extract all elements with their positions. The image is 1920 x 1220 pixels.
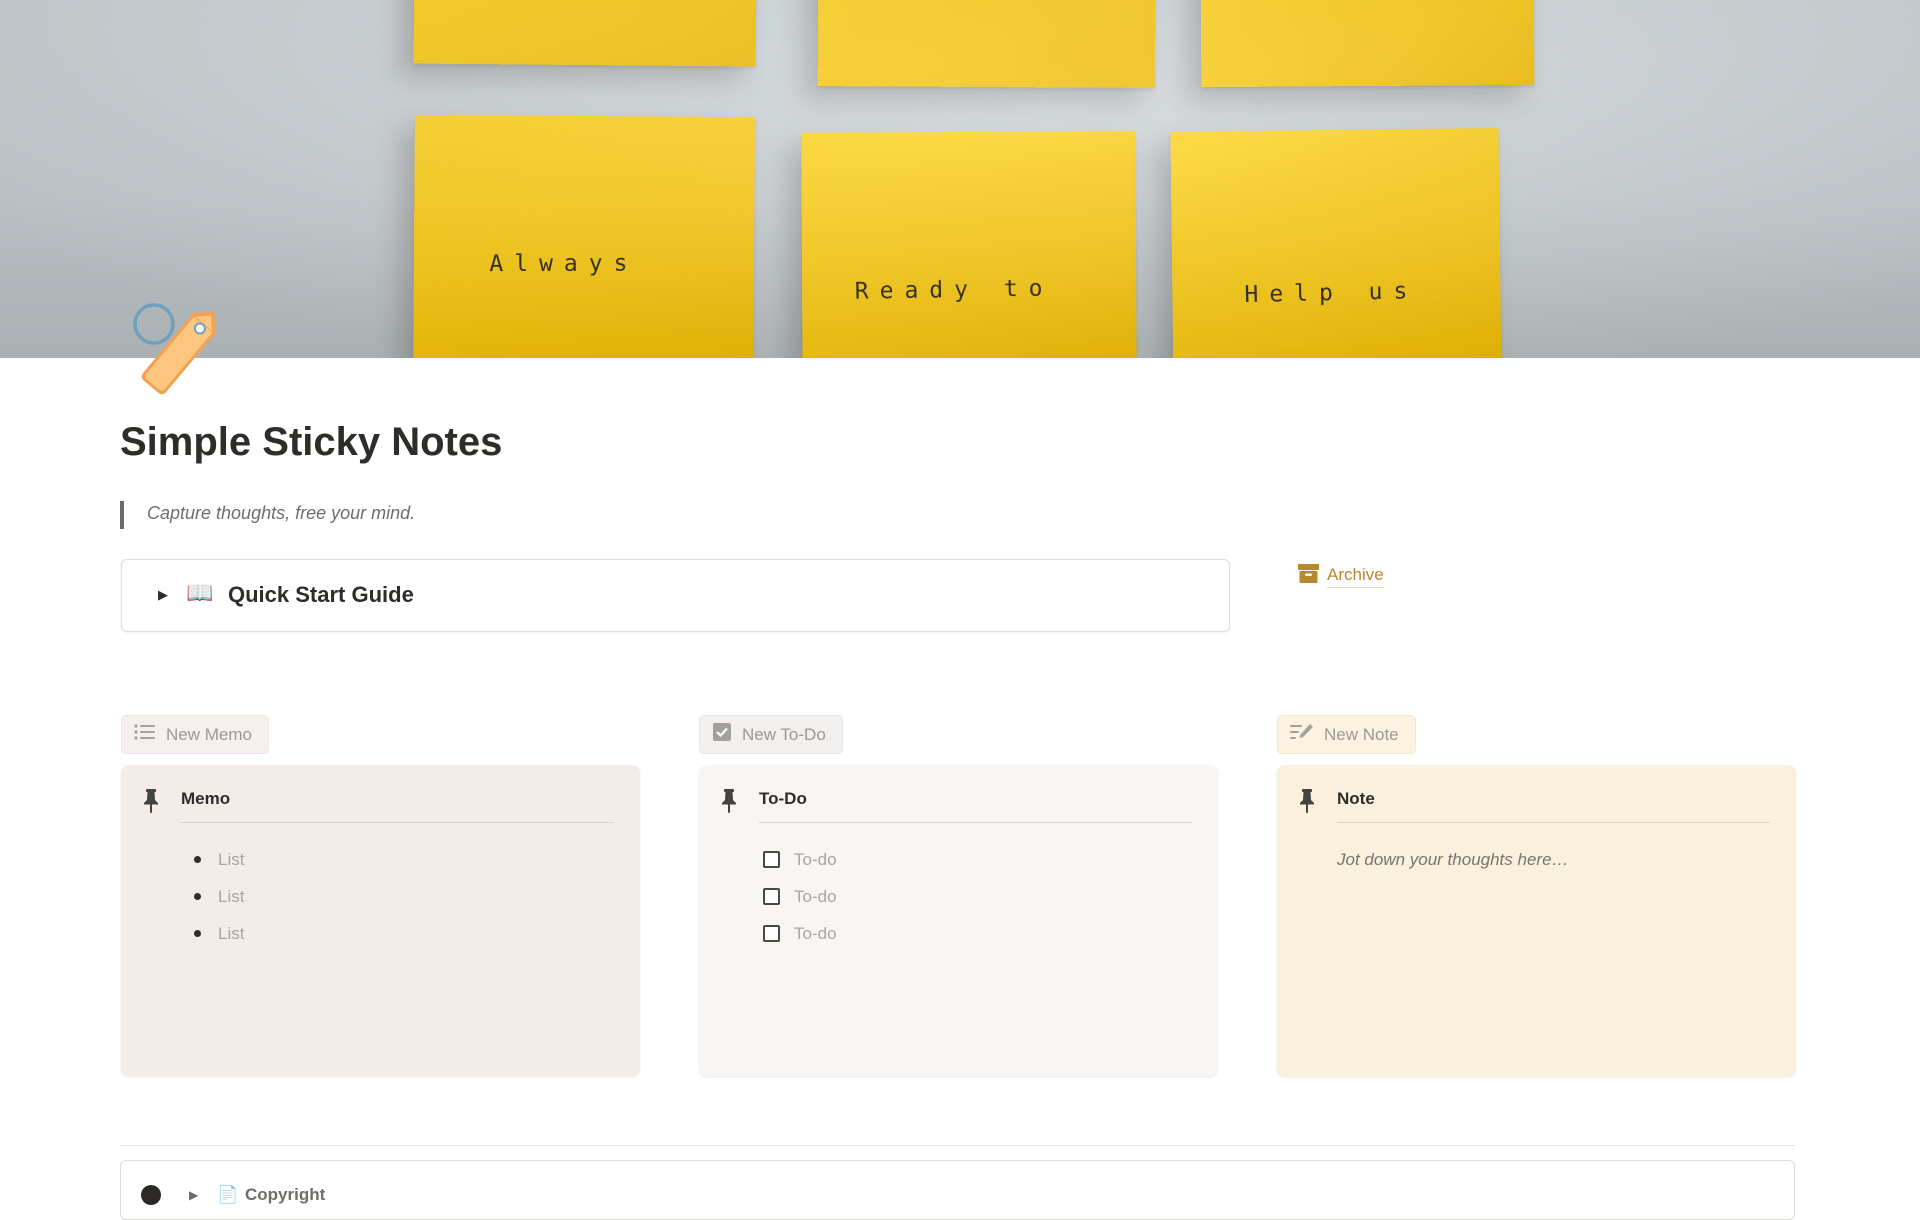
divider [181,822,614,823]
todo-card[interactable]: To-Do To-do To-do To-do [699,765,1218,1076]
cover-image: Always Ready to Help us [0,0,1920,358]
bullet-icon [194,930,201,937]
todo-item[interactable]: To-do [759,841,837,878]
page-title[interactable]: Simple Sticky Notes [120,420,502,465]
list-item-text[interactable]: List [218,850,244,870]
avatar [141,1185,161,1205]
todo-checkbox[interactable] [763,925,780,942]
list-item-text[interactable]: List [218,924,244,944]
quick-start-guide-toggle[interactable]: ▶ 📖 Quick Start Guide [121,559,1230,632]
new-todo-label: New To-Do [742,724,826,744]
note-text[interactable]: Jot down your thoughts here… [1337,841,1569,878]
copyright-label: Copyright [245,1185,326,1204]
bullet-icon [194,856,201,863]
todo-item-text[interactable]: To-do [794,924,837,944]
pin-icon [1298,789,1316,818]
sticky-note-help-us: Help us [1170,128,1502,358]
divider [759,822,1192,823]
list-item[interactable]: List [181,841,244,878]
divider [1337,822,1770,823]
card-title[interactable]: To-Do [759,789,807,809]
new-note-button[interactable]: New Note [1277,715,1416,754]
todo-checkbox[interactable] [763,888,780,905]
list-item-text[interactable]: List [218,887,244,907]
sticky-note-ready-to: Ready to [801,131,1137,358]
toggle-arrow-icon[interactable]: ▶ [158,587,168,603]
sticky-note-text: Always [489,250,639,278]
new-todo-button[interactable]: New To-Do [699,715,843,754]
list-item[interactable]: List [181,915,244,952]
pin-icon [720,789,738,818]
list-icon [134,723,166,746]
sticky-note [413,0,757,67]
todo-item-text[interactable]: To-do [794,850,837,870]
toggle-arrow-icon[interactable]: ▶ [189,1188,198,1202]
archive-link[interactable]: Archive [1298,564,1384,589]
memo-card[interactable]: Memo List List List [121,765,640,1076]
new-note-label: New Note [1324,724,1399,744]
todo-item[interactable]: To-do [759,915,837,952]
sticky-note [1200,0,1535,88]
page-quote[interactable]: Capture thoughts, free your mind. [147,503,415,524]
divider [120,1145,1795,1146]
todo-list: To-do To-do To-do [759,841,837,952]
sticky-note-always: Always [413,114,755,358]
note-card[interactable]: Note Jot down your thoughts here… [1277,765,1796,1076]
book-icon: 📖 [186,580,214,605]
copyright-toggle[interactable]: ▶ 📄 Copyright [120,1160,1795,1220]
tag-icon[interactable] [126,296,246,416]
sticky-note-text: Ready to [854,275,1054,305]
todo-item[interactable]: To-do [759,878,837,915]
card-title[interactable]: Memo [181,789,230,809]
page-icon: 📄 [217,1185,239,1204]
edit-note-icon [1290,723,1324,746]
todo-item-text[interactable]: To-do [794,887,837,907]
sticky-note [817,0,1156,88]
new-memo-label: New Memo [166,724,252,744]
bullet-icon [194,893,201,900]
sticky-note-text: Help us [1244,278,1419,309]
archive-label[interactable]: Archive [1327,565,1384,588]
memo-list: List List List [181,841,244,952]
quote-bar [120,501,124,529]
new-memo-button[interactable]: New Memo [121,715,269,754]
archive-box-icon [1298,564,1319,589]
todo-checkbox[interactable] [763,851,780,868]
toggle-title: Quick Start Guide [228,582,414,607]
list-item[interactable]: List [181,878,244,915]
checkbox-checked-icon [712,722,742,747]
pin-icon [142,789,160,818]
card-title[interactable]: Note [1337,789,1375,809]
